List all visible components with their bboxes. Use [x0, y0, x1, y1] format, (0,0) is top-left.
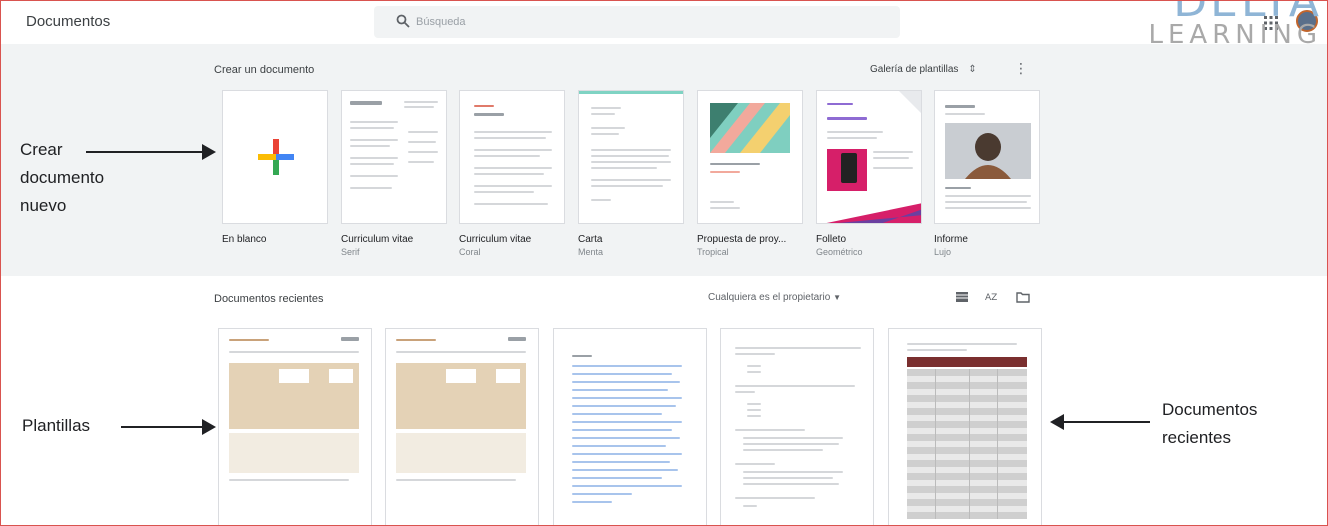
recent-section-title: Documentos recientes — [214, 293, 324, 305]
recent-doc-thumbnail-5[interactable] — [888, 328, 1042, 526]
folder-icon[interactable] — [1016, 290, 1030, 304]
template-name: Propuesta de proy... — [697, 234, 787, 245]
recent-doc-thumbnail-4[interactable] — [720, 328, 874, 526]
arrow-left-line — [1062, 421, 1150, 423]
more-options-icon[interactable]: ⋮ — [1014, 60, 1028, 77]
template-subtitle: Lujo — [934, 247, 952, 257]
template-brochure-geometric[interactable]: Folleto Geométrico — [816, 90, 922, 257]
annotation-line: Documentos — [1162, 400, 1258, 419]
annotation-line: recientes — [1162, 428, 1231, 447]
template-thumbnail[interactable] — [934, 90, 1040, 224]
plus-icon — [258, 139, 294, 175]
template-cv-serif[interactable]: Curriculum vitae Serif — [341, 90, 447, 257]
create-section-title: Crear un documento — [214, 64, 315, 76]
template-name: Curriculum vitae — [341, 234, 414, 245]
sort-az-icon[interactable]: AZ — [985, 290, 999, 304]
owner-filter-dropdown[interactable]: Cualquiera es el propietario ▼ — [708, 292, 841, 303]
annotation-line: documento — [20, 168, 105, 187]
template-thumbnail[interactable] — [697, 90, 803, 224]
template-name: En blanco — [222, 234, 267, 245]
watermark-logo: DELTA LEARNING — [1122, 0, 1322, 48]
template-subtitle: Serif — [341, 247, 360, 257]
template-thumbnail[interactable] — [341, 90, 447, 224]
template-cv-coral[interactable]: Curriculum vitae Coral — [459, 90, 565, 257]
unfold-icon: ⇕ — [968, 64, 977, 75]
search-bar[interactable] — [374, 6, 900, 38]
arrow-right-icon — [202, 144, 216, 160]
recent-doc-thumbnail-1[interactable] — [218, 328, 372, 526]
template-name: Folleto — [816, 234, 847, 245]
template-name: Informe — [934, 234, 968, 245]
template-thumbnail[interactable] — [578, 90, 684, 224]
template-subtitle: Coral — [459, 247, 481, 257]
search-icon[interactable] — [396, 14, 410, 28]
template-subtitle: Menta — [578, 247, 604, 257]
owner-filter-label: Cualquiera es el propietario — [708, 292, 831, 303]
template-blank[interactable]: En blanco — [222, 90, 328, 247]
annotation-line: nuevo — [20, 196, 67, 215]
template-name: Curriculum vitae — [459, 234, 532, 245]
gallery-label: Galería de plantillas — [870, 64, 959, 75]
geometric-footer — [826, 203, 921, 223]
arrow-right-line — [86, 151, 204, 153]
annotation-plantillas: Plantillas — [22, 416, 91, 435]
template-thumbnail[interactable] — [459, 90, 565, 224]
list-view-icon[interactable] — [955, 290, 969, 304]
annotation-line: Crear — [20, 140, 63, 159]
template-gallery-button[interactable]: Galería de plantillas ⇕ — [870, 64, 977, 75]
arrow-right-icon — [202, 419, 216, 435]
template-thumbnail[interactable] — [816, 90, 922, 224]
portrait-photo — [945, 123, 1031, 179]
recent-doc-thumbnail-3[interactable] — [553, 328, 707, 526]
arrow-right-line — [121, 426, 203, 428]
recent-doc-thumbnail-2[interactable] — [385, 328, 539, 526]
template-proposal-tropical[interactable]: Propuesta de proy... Tropical — [697, 90, 803, 257]
template-subtitle: Tropical — [697, 247, 729, 257]
template-thumbnail[interactable] — [222, 90, 328, 224]
app-title[interactable]: Documentos — [26, 13, 110, 30]
caret-down-icon: ▼ — [833, 293, 841, 302]
template-subtitle: Geométrico — [816, 247, 863, 257]
annotation-recientes: Documentos recientes — [1162, 396, 1257, 452]
svg-text:AZ: AZ — [985, 293, 997, 303]
template-name: Carta — [578, 234, 603, 245]
template-report-luxury[interactable]: Informe Lujo — [934, 90, 1040, 257]
annotation-crear: Crear documento nuevo — [20, 136, 104, 220]
tropical-graphic — [710, 103, 790, 153]
search-input[interactable] — [416, 13, 856, 31]
template-letter-mint[interactable]: Carta Menta — [578, 90, 684, 257]
